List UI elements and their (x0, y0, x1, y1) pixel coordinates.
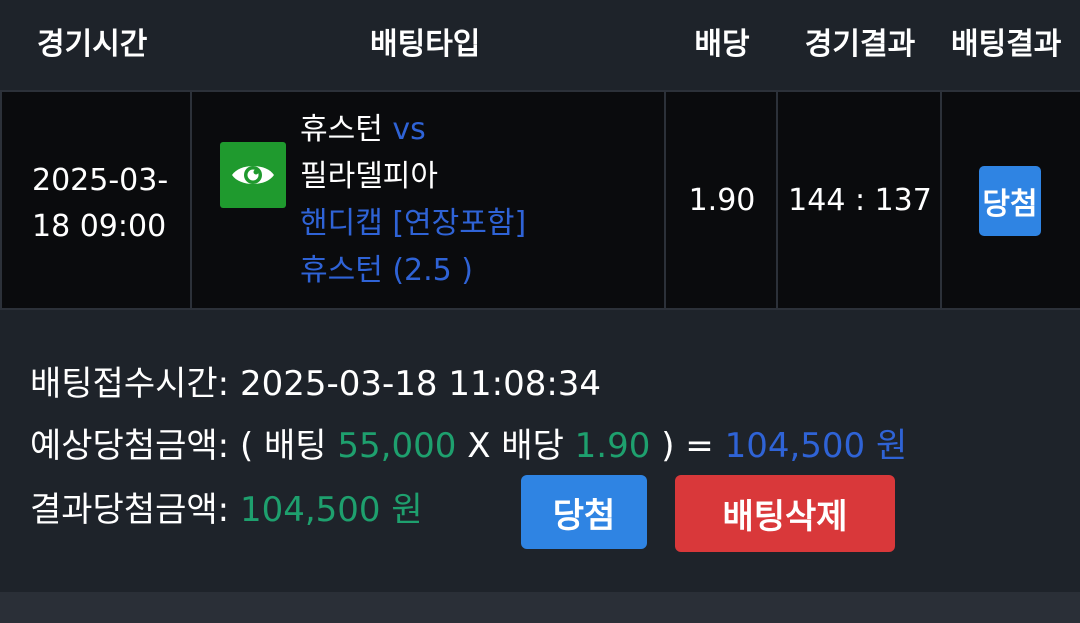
actual-amount: 104,500 원 (239, 490, 423, 530)
bottom-divider (0, 592, 1080, 623)
match-result-cell: 144 : 137 (778, 92, 942, 308)
eye-icon[interactable] (220, 142, 286, 208)
header-bet-result: 배팅결과 (951, 27, 1062, 62)
expected-payout-line: 예상당첨금액: ( 배팅 55,000 X 배당 1.90 ) = 104,50… (30, 426, 907, 466)
odds-cell: 1.90 (666, 92, 778, 308)
stake-amount: 55,000 (337, 426, 457, 466)
match-clock: 18 09:00 (32, 209, 167, 244)
expected-amount: 104,500 원 (724, 426, 908, 466)
bet-pick: 휴스턴 (2.5 ) (300, 253, 473, 288)
header-bet-type: 배팅타입 (370, 27, 481, 62)
win-button[interactable]: 당첨 (521, 475, 647, 549)
expected-open: ( 배팅 (239, 426, 327, 466)
delete-bet-button[interactable]: 배팅삭제 (675, 475, 895, 552)
home-team: 휴스턴 (300, 112, 383, 147)
table-header: 경기시간 배팅타입 배당 경기결과 배팅결과 (0, 0, 1080, 82)
match-date: 2025-03- (32, 163, 169, 198)
table-row: 2025-03- 18 09:00 휴스턴 vs 필라델피아 핸디캡 [연장포함… (0, 90, 1080, 310)
match-score: 144 : 137 (788, 182, 932, 218)
actual-payout-label: 결과당첨금액: (30, 490, 230, 530)
expected-payout-label: 예상당첨금액: (30, 426, 230, 466)
away-team: 필라델피아 (300, 159, 438, 194)
actual-payout-line: 결과당첨금액: 104,500 원 (30, 490, 423, 530)
match-teams-line: 휴스턴 vs (300, 106, 660, 153)
times-odds-label: X 배당 (467, 426, 564, 466)
market-type: 핸디캡 [연장포함] (300, 206, 527, 241)
match-time-cell: 2025-03- 18 09:00 (0, 92, 192, 308)
bet-type-cell: 휴스턴 vs 필라델피아 핸디캡 [연장포함] 휴스턴 (2.5 ) (192, 92, 666, 308)
receipt-time-value: 2025-03-18 11:08:34 (239, 364, 602, 404)
receipt-time-line: 배팅접수시간: 2025-03-18 11:08:34 (30, 364, 601, 404)
expected-odds: 1.90 (574, 426, 651, 466)
odds-value: 1.90 (688, 182, 756, 218)
header-match-time: 경기시간 (37, 27, 148, 62)
header-odds: 배당 (694, 27, 750, 62)
bet-summary: 배팅접수시간: 2025-03-18 11:08:34 예상당첨금액: ( 배팅… (0, 312, 1080, 592)
header-match-result: 경기결과 (804, 27, 916, 62)
vs-label: vs (392, 112, 426, 147)
expected-close: ) = (661, 426, 714, 466)
bet-result-cell: 당첨 (942, 92, 1080, 308)
receipt-time-label: 배팅접수시간: (30, 364, 230, 404)
eye-icon-graphic (232, 166, 274, 184)
match-info: 휴스턴 vs 필라델피아 핸디캡 [연장포함] 휴스턴 (2.5 ) (300, 106, 660, 294)
match-time: 2025-03- 18 09:00 (32, 158, 182, 250)
bet-result-badge: 당첨 (979, 166, 1041, 236)
